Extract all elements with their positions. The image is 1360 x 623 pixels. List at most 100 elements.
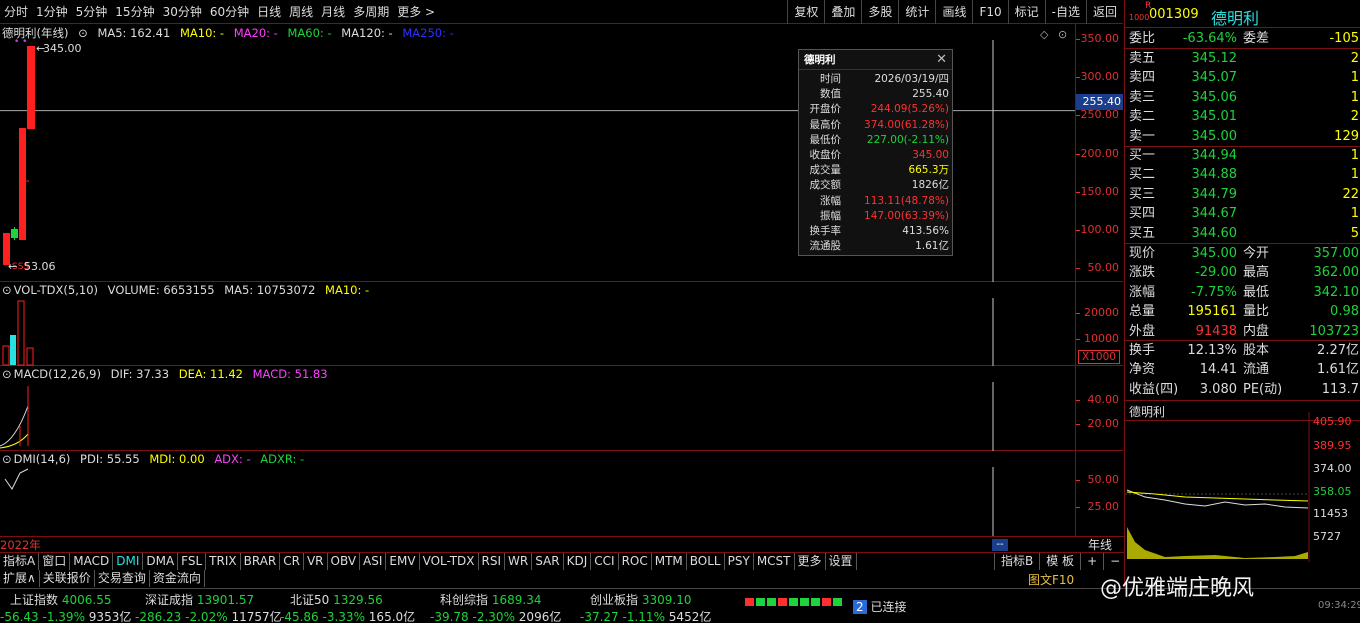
tool-button-1[interactable]: 叠加 <box>824 0 861 24</box>
indicator-tab-21[interactable]: BOLL <box>687 553 725 570</box>
sub-tab-3[interactable]: 资金流向 <box>150 570 205 587</box>
tool-button-5[interactable]: F10 <box>972 0 1007 24</box>
period-tab-4[interactable]: 30分钟 <box>159 0 206 24</box>
index-quote[interactable]: 北证50 1329.56 -45.86 -3.33% 165.0亿 <box>280 591 415 623</box>
period-tab-3[interactable]: 15分钟 <box>111 0 158 24</box>
close-icon[interactable]: ✕ <box>936 52 947 67</box>
indicator-tab-4[interactable]: DMA <box>143 553 179 570</box>
order-book-row: 卖二 345.01 2 <box>1125 107 1360 126</box>
tool-button-0[interactable]: 复权 <box>787 0 824 24</box>
mini-intraday-chart[interactable]: 405.90 389.95 374.00 358.05 11453 5727 <box>1125 412 1360 562</box>
period-tab-1[interactable]: 1分钟 <box>32 0 72 24</box>
indicator-tab-9[interactable]: VR <box>304 553 328 570</box>
connection-status[interactable]: 2 已连接 <box>853 598 906 615</box>
order-level-label: 买二 <box>1129 167 1156 183</box>
tool-button-3[interactable]: 统计 <box>898 0 935 24</box>
indicator-right-tab-0[interactable]: 指标B <box>994 553 1039 570</box>
indicator-tab-5[interactable]: FSL <box>178 553 207 570</box>
period-tab-6[interactable]: 日线 <box>253 0 285 24</box>
indicator-tab-1[interactable]: 窗口 <box>39 553 71 570</box>
period-tab-8[interactable]: 月线 <box>317 0 349 24</box>
fin-label: 股本 <box>1243 343 1270 358</box>
mini-tick-3: 358.05 <box>1313 485 1352 498</box>
index-quote[interactable]: 深证成指 13901.57 -286.23 -2.02% 11757亿 <box>135 591 282 623</box>
more-periods-button[interactable]: 更多 > <box>393 0 439 24</box>
index-change: -45.86 <box>280 610 319 623</box>
order-book-row: 买三 344.79 22 <box>1125 185 1360 204</box>
volume-pane[interactable]: ⊙ VOL-TDX(5,10) VOLUME: 6653155 MA5: 1075… <box>0 282 1075 366</box>
indicator-right-tab-1[interactable]: 模 板 <box>1039 553 1080 570</box>
sub-tab-1[interactable]: 关联报价 <box>40 570 95 587</box>
indicator-tab-20[interactable]: MTM <box>652 553 687 570</box>
index-quote[interactable]: 科创综指 1689.34 -39.78 -2.30% 2096亿 <box>430 591 561 623</box>
vol-bar-2024 <box>17 300 25 366</box>
tool-button-4[interactable]: 画线 <box>935 0 972 24</box>
stat-value: 91438 <box>1195 323 1237 339</box>
fin-label: 换手 <box>1129 343 1156 358</box>
popup-key: 最低价 <box>809 133 842 146</box>
indicator-tab-10[interactable]: OBV <box>328 553 361 570</box>
indicator-tab-22[interactable]: PSY <box>725 553 754 570</box>
indicator-tab-12[interactable]: EMV <box>386 553 420 570</box>
indicator-tab-7[interactable]: BRAR <box>241 553 281 570</box>
popup-key: 涨幅 <box>820 194 841 207</box>
index-quote[interactable]: 上证指数 4006.55 -56.43 -1.39% 9353亿 <box>0 591 132 623</box>
tool-button-2[interactable]: 多股 <box>861 0 898 24</box>
indicator-tab-3[interactable]: DMI <box>113 553 144 570</box>
fin-label: 收益(四) <box>1129 381 1179 397</box>
period-tab-2[interactable]: 5分钟 <box>72 0 112 24</box>
axis-tick-mark <box>1076 400 1080 401</box>
axis-tick-mark <box>1076 191 1080 193</box>
axis-tick-label: 200.00 <box>1080 146 1120 160</box>
index-amount: 9353亿 <box>88 610 132 623</box>
indicator-tab-16[interactable]: SAR <box>532 553 564 570</box>
indicator-tab-15[interactable]: WR <box>505 553 533 570</box>
period-tab-0[interactable]: 分时 <box>0 0 32 24</box>
order-price: 345.12 <box>1191 51 1238 66</box>
indicator-tab-6[interactable]: TRIX <box>206 553 241 570</box>
period-tab-9[interactable]: 多周期 <box>349 0 393 24</box>
indicator-tab-14[interactable]: RSI <box>479 553 506 570</box>
index-value: 1329.56 <box>333 593 383 607</box>
period-tab-5[interactable]: 60分钟 <box>206 0 253 24</box>
axis-tick-mark <box>1076 77 1080 79</box>
popup-value: 413.56% <box>902 224 949 237</box>
indicator-tab-18[interactable]: CCI <box>591 553 619 570</box>
indicator-tab-23[interactable]: MCST <box>754 553 795 570</box>
dmi-pane[interactable]: ⊙ DMI(14,6) PDI: 55.55 MDI: 0.00 ADX: - A… <box>0 451 1075 536</box>
tool-button-6[interactable]: 标记 <box>1007 0 1045 24</box>
indicator-right-tab-2[interactable]: + <box>1080 553 1103 570</box>
quote-stat-row: 外盘 91438 内盘 103723 <box>1125 322 1360 341</box>
tool-button-7[interactable]: -自选 <box>1044 0 1086 24</box>
stat-value: 345.00 <box>1191 246 1238 261</box>
indicator-tab-17[interactable]: KDJ <box>564 553 592 570</box>
dmi-axis: 50.00 25.00 <box>1075 451 1123 536</box>
indicator-tab-13[interactable]: VOL-TDX <box>420 553 479 570</box>
fin-label: PE(动) <box>1243 381 1283 397</box>
tool-button-8[interactable]: 返回 <box>1085 0 1123 24</box>
index-quote[interactable]: 创业板指 3309.10 -37.27 -1.11% 5452亿 <box>580 591 711 623</box>
indicator-tab-8[interactable]: CR <box>280 553 304 570</box>
sub-tab-0[interactable]: 扩展∧ <box>0 570 40 587</box>
macd-pane[interactable]: ⊙ MACD(12,26,9) DIF: 37.33 DEA: 11.42 MAC… <box>0 366 1075 451</box>
f10-link[interactable]: 图文F10 <box>1028 571 1074 588</box>
sub-tab-2[interactable]: 交易查询 <box>95 570 150 587</box>
date-label: 2022年 <box>0 538 41 552</box>
indicator-tab-25[interactable]: 设置 <box>826 553 857 570</box>
indicator-tab-0[interactable]: 指标A <box>0 553 40 570</box>
popup-value: 244.09(5.26%) <box>870 103 949 116</box>
indicator-right-tab-3[interactable]: − <box>1103 553 1126 570</box>
period-tab-7[interactable]: 周线 <box>285 0 317 24</box>
low-arrow: ← <box>8 260 17 273</box>
indicator-tab-11[interactable]: ASI <box>360 553 387 570</box>
popup-value: 113.11(48.78%) <box>864 194 949 207</box>
indicator-tab-2[interactable]: MACD <box>70 553 114 570</box>
chart-tools: 复权 叠加 多股 统计 画线 F10 标记 -自选 返回 <box>787 0 1123 24</box>
stat-value: 357.00 <box>1313 246 1360 261</box>
vol-bar-2023 <box>10 335 16 365</box>
market-breadth-indicator <box>745 598 842 606</box>
fin-label: 流通 <box>1243 362 1270 378</box>
indicator-tab-19[interactable]: ROC <box>619 553 652 570</box>
indicator-tab-24[interactable]: 更多 <box>795 553 826 570</box>
low-price-label: 53.06 <box>24 260 56 273</box>
